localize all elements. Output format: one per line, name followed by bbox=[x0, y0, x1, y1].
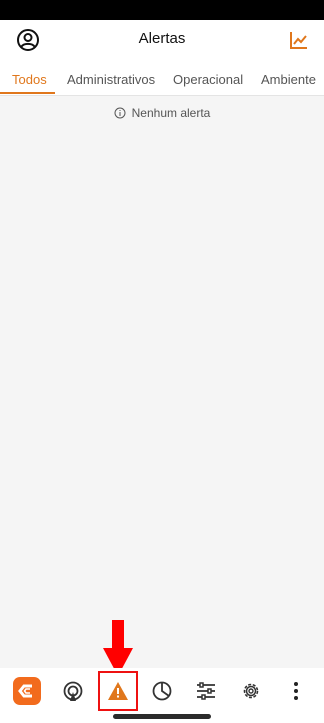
tab-administrativos[interactable]: Administrativos bbox=[67, 72, 155, 87]
page-title: Alertas bbox=[138, 30, 186, 47]
nav-app-logo[interactable] bbox=[13, 677, 41, 705]
tab-operacional[interactable]: Operacional bbox=[173, 72, 243, 87]
bottom-navigation bbox=[0, 668, 324, 713]
gesture-area bbox=[0, 713, 324, 723]
tab-ambiente[interactable]: Ambiente bbox=[261, 72, 316, 87]
status-bar bbox=[0, 0, 324, 20]
empty-state-text: Nenhum alerta bbox=[131, 106, 211, 120]
nav-settings[interactable] bbox=[237, 677, 265, 705]
info-icon bbox=[114, 107, 126, 119]
warning-icon bbox=[108, 682, 128, 700]
nav-alerts[interactable] bbox=[98, 671, 138, 711]
antenna-icon bbox=[63, 681, 83, 701]
active-tab-indicator bbox=[0, 92, 55, 94]
sliders-icon bbox=[197, 682, 215, 700]
more-vertical-icon bbox=[294, 682, 298, 700]
tab-bar: Todos Administrativos Operacional Ambien… bbox=[0, 60, 324, 96]
app-logo-icon bbox=[13, 677, 41, 705]
app-bar: Alertas bbox=[0, 20, 324, 60]
gear-icon bbox=[243, 683, 259, 699]
trend-chart-icon[interactable] bbox=[288, 29, 310, 51]
empty-state: Nenhum alerta bbox=[0, 106, 324, 120]
pie-chart-icon bbox=[152, 681, 172, 701]
home-indicator[interactable] bbox=[113, 714, 211, 719]
nav-statistics[interactable] bbox=[148, 677, 176, 705]
nav-settings-adjust[interactable] bbox=[192, 677, 220, 705]
nav-antenna[interactable] bbox=[59, 677, 87, 705]
nav-more[interactable] bbox=[282, 677, 310, 705]
tab-todos[interactable]: Todos bbox=[12, 72, 47, 87]
